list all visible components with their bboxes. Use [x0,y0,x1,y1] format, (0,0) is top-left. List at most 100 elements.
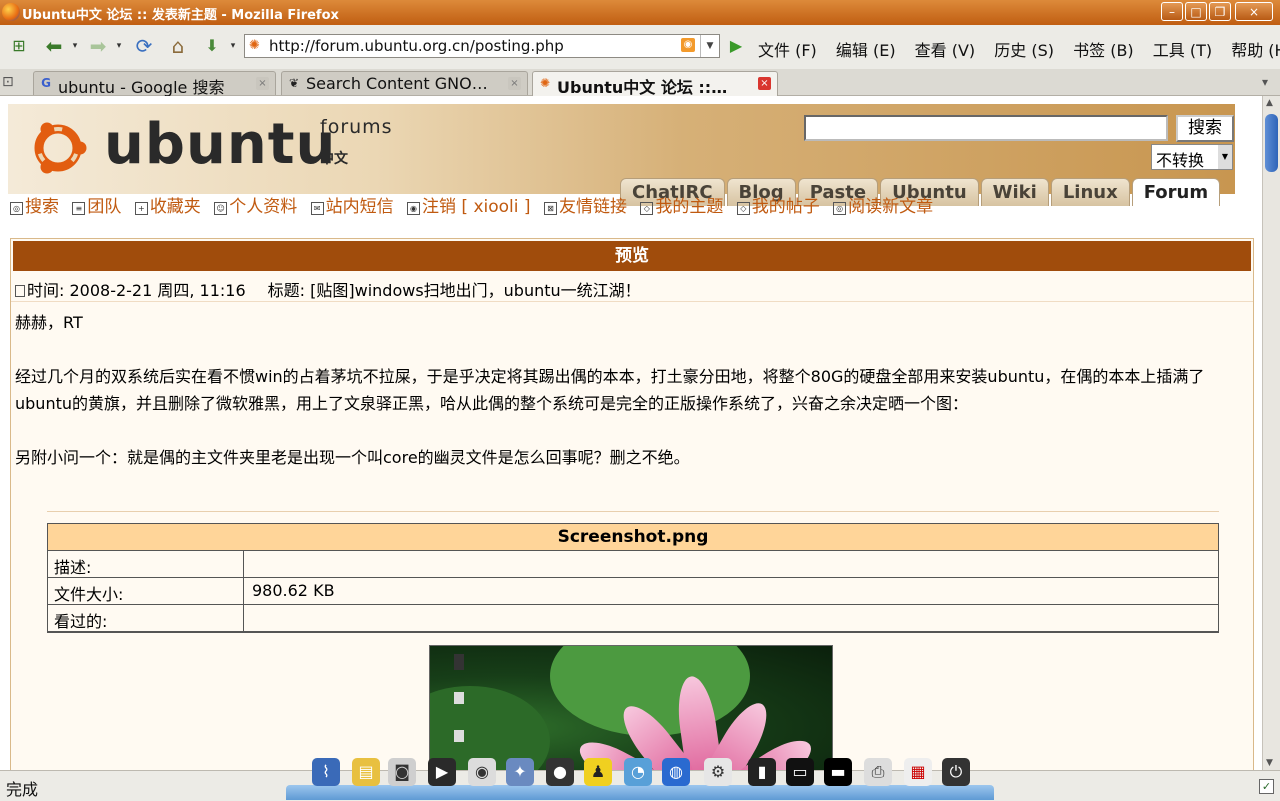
forum-search-button[interactable]: 搜索 [1176,115,1234,142]
close-button[interactable]: × [1235,2,1273,21]
security-check-icon[interactable]: ✓ [1259,779,1274,794]
attachment-key: 文件大小: [54,585,124,604]
book-icon[interactable]: ▮ [748,758,776,786]
menu-edit[interactable]: 编辑 (E) [836,41,896,60]
menu-view[interactable]: 查看 (V) [915,41,976,60]
forum-search-input[interactable] [804,115,1168,141]
link-friends[interactable]: ⊠ 友情链接 [543,197,627,217]
new-window-icon[interactable]: ⊞ [6,33,32,59]
system-monitor-icon[interactable]: ⌇ [312,758,340,786]
menu-history[interactable]: 历史 (S) [994,41,1054,60]
calendar-icon[interactable]: ▦ [904,758,932,786]
forward-button[interactable]: ➡ [84,33,112,59]
movie-icon[interactable]: ▶ [428,758,456,786]
home-icon[interactable]: ⌂ [164,33,192,59]
rss-feed-icon[interactable]: ◉ [681,38,695,52]
post-paragraph: 另附小问一个：就是偶的主文件夹里老是出现一个叫core的幽灵文件是怎么回事呢？删… [15,448,690,467]
ubuntu-wordmark[interactable]: ubuntu [104,112,336,177]
navigation-toolbar: ⊞ ⬅ ▾ ➡ ▾ ⟳ ⌂ ⬇ ▾ ✺ http://forum.ubuntu.… [0,25,1280,70]
link-messages[interactable]: ✉ 站内短信 [310,197,394,217]
scroll-up-icon[interactable]: ▲ [1266,98,1273,108]
scroll-down-icon[interactable]: ▼ [1266,758,1273,768]
post-time: 时间: 2008-2-21 周四, 11:16 [27,281,246,300]
attachment-row-description: 描述: [48,551,1218,578]
divider [11,301,1253,302]
close-tab-icon[interactable]: × [758,77,771,90]
link-favorites[interactable]: + 收藏夹 [134,197,201,217]
link-new-posts[interactable]: ◎ 阅读新文章 [833,197,933,217]
vertical-scrollbar[interactable]: ▲ ▼ [1262,96,1280,770]
gnome-icon: ❦ [288,76,300,90]
url-field[interactable]: http://forum.ubuntu.org.cn/posting.php [269,37,564,55]
chat-icon[interactable]: ◉ [468,758,496,786]
convert-select[interactable]: 不转换 ▼ [1151,144,1233,170]
restore-button[interactable]: ❐ [1209,2,1231,21]
google-icon: G [41,76,51,90]
attachment-value: 980.62 KB [252,581,335,600]
divider [47,511,1219,512]
tab-gnome[interactable]: ❦ Search Content GNO… × [281,71,528,95]
link-my-topics[interactable]: ◇ 我的主题 [640,197,723,217]
link-label: 收藏夹 [149,197,201,217]
link-label: 个人资料 [229,197,298,217]
new-tab-icon[interactable]: ⊡ [2,74,14,90]
tab-bar: ⊡ G ubuntu - Google 搜索 × ❦ Search Conten… [0,69,1280,97]
download-dropdown[interactable]: ▾ [228,33,238,59]
link-my-posts[interactable]: ◇ 我的帖子 [736,197,820,217]
menu-bookmarks[interactable]: 书签 (B) [1073,41,1134,60]
ubuntu-logo-icon[interactable] [26,116,90,180]
tab-google[interactable]: G ubuntu - Google 搜索 × [33,71,276,97]
nav-tab-wiki[interactable]: Wiki [980,178,1049,206]
link-team[interactable]: ≡ 团队 [72,197,121,217]
url-bar[interactable]: ✺ http://forum.ubuntu.org.cn/posting.php… [244,34,720,58]
folder-icon[interactable]: ▤ [352,758,380,786]
power-icon[interactable]: ⏻ [942,758,970,786]
close-tab-icon[interactable]: × [508,77,521,90]
link-label: 站内短信 [325,197,394,217]
clock-icon[interactable]: ◔ [624,758,652,786]
link-profile[interactable]: ☺ 个人资料 [214,197,297,217]
link-label: 我的主题 [655,197,724,217]
close-tab-icon[interactable]: × [256,77,269,90]
download-icon[interactable]: ⬇ [198,33,226,59]
attachment-row-views: 看过的: [48,605,1218,632]
link-search[interactable]: ◎ 搜索 [10,197,59,217]
ball-icon[interactable]: ● [546,758,574,786]
speaker-icon[interactable]: ◙ [388,758,416,786]
link-label: 注销 [ xiooli ] [422,197,531,217]
scroll-thumb[interactable] [1265,114,1278,172]
link-icon: ⊠ [543,202,557,215]
tab-label: Ubuntu中文 论坛 ::… [557,78,728,97]
menu-help[interactable]: 帮助 (H) [1231,41,1280,60]
reload-icon[interactable]: ⟳ [130,33,158,59]
link-label: 团队 [87,197,122,217]
post-body: 赫赫，RT 经过几个月的双系统后实在看不惯win的占着茅坑不拉屎，于是乎决定将其… [15,309,1249,498]
nav-tab-linux[interactable]: Linux [1050,178,1130,206]
globe-icon[interactable]: ◍ [662,758,690,786]
minimize-button[interactable]: – [1161,2,1183,21]
post-icon [15,285,25,297]
terminal-icon[interactable]: ▬ [824,758,852,786]
monitor-icon[interactable]: ▭ [786,758,814,786]
link-logout[interactable]: ◉ 注销 [ xiooli ] [407,197,531,217]
go-button[interactable]: ▶ [726,36,746,56]
maximize-button[interactable]: □ [1185,2,1207,21]
window-titlebar[interactable]: Ubuntu中文 论坛 :: 发表新主题 - Mozilla Firefox –… [0,0,1280,25]
nav-tab-forum[interactable]: Forum [1131,178,1221,206]
tools-icon[interactable]: ✦ [506,758,534,786]
post-subject: 标题: [贴图]windows扫地出门，ubuntu一统江湖！ [267,281,641,300]
attachment-row-size: 文件大小: 980.62 KB [48,578,1218,605]
back-history-dropdown[interactable]: ▾ [70,33,80,59]
back-button[interactable]: ⬅ [40,33,68,59]
settings-icon[interactable]: ⚙ [704,758,732,786]
forward-history-dropdown[interactable]: ▾ [114,33,124,59]
url-history-dropdown[interactable]: ▼ [700,35,719,57]
tab-list-icon[interactable]: ▾ [1262,75,1268,89]
menu-file[interactable]: 文件 (F) [758,41,817,60]
menu-tools[interactable]: 工具 (T) [1153,41,1212,60]
attachment-image[interactable] [429,645,833,770]
printer-icon[interactable]: ⎙ [864,758,892,786]
penguin-icon[interactable]: ♟ [584,758,612,786]
tab-ubuntu-forum[interactable]: ✺ Ubuntu中文 论坛 ::… × [532,71,778,97]
convert-select-value: 不转换 [1156,151,1205,170]
